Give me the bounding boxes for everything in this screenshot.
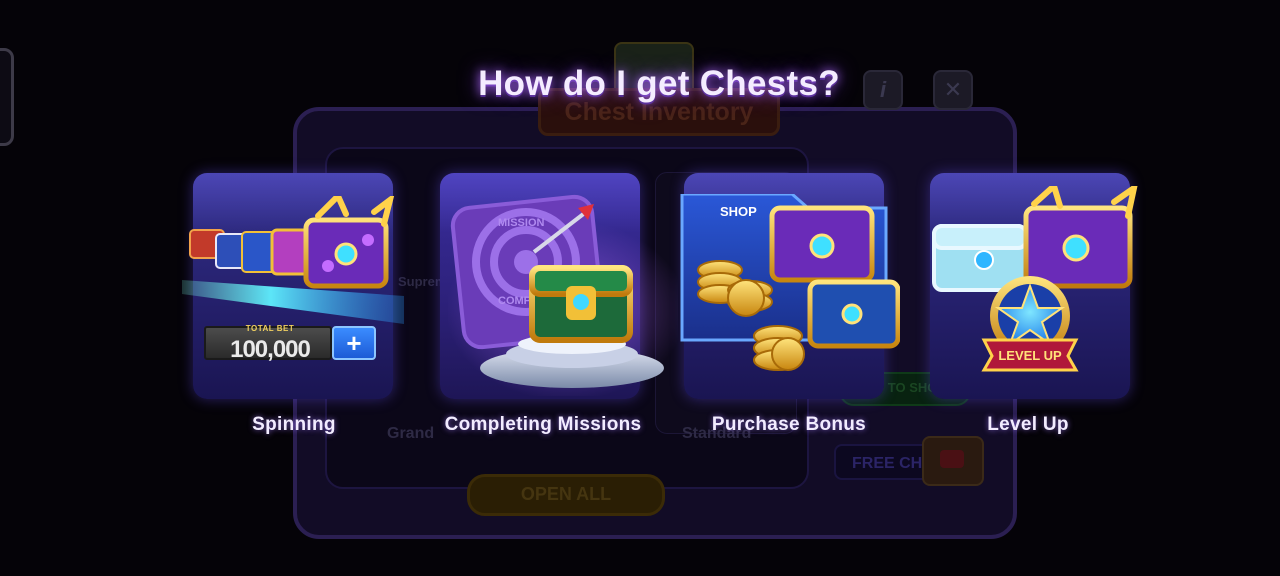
level-up-badge-text: LEVEL UP [998,348,1062,363]
total-bet-field: TOTAL BET 100,000 [204,324,332,363]
mission-target-text-2: COMP [498,295,531,307]
mission-target-text: MISSION [498,217,545,229]
chest-stack-icon [182,196,404,324]
total-bet-caption: TOTAL BET [245,324,295,333]
popup-title: How do I get Chests? [478,64,840,103]
label-spinning: Spinning [252,414,336,435]
shop-chest-icon: SHOP [680,194,900,371]
shop-tag: SHOP [720,204,757,219]
open-all-button[interactable]: OPEN ALL [467,474,665,516]
total-bet-value: 100,000 [230,336,311,363]
total-bet-widget: TOTAL BET 100,000 + [204,324,376,363]
mission-chest-icon: MISSION COMP [448,194,678,396]
level-up-chest-icon: LEVEL UP [932,186,1138,372]
label-level-up: Level Up [987,414,1069,435]
plus-icon: + [332,326,376,360]
video-icon[interactable] [922,436,984,486]
label-purchase: Purchase Bonus [711,414,867,435]
label-missions: Completing Missions [444,414,642,435]
